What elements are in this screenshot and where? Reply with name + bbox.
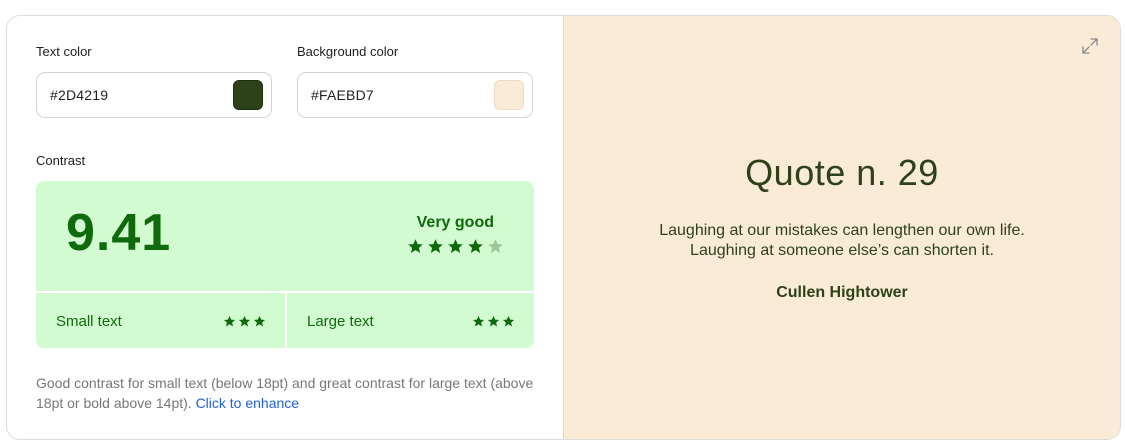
star-filled-icon	[472, 315, 485, 327]
star-filled-icon	[487, 315, 500, 327]
expand-icon[interactable]	[1080, 36, 1100, 56]
text-color-field[interactable]: #2D4219	[36, 72, 272, 118]
quote-title: Quote n. 29	[745, 152, 939, 193]
star-empty-icon	[488, 239, 503, 253]
text-color-swatch[interactable]	[233, 80, 263, 110]
enhance-link[interactable]: Click to enhance	[196, 395, 300, 411]
star-filled-icon	[502, 315, 515, 327]
large-text-rating: Large text	[285, 293, 534, 348]
large-text-label: Large text	[307, 313, 374, 330]
small-text-stars	[223, 315, 266, 328]
quote-text: Laughing at our mistakes can lengthen ou…	[564, 221, 1120, 261]
text-color-label: Text color	[36, 44, 92, 59]
contrast-description: Good contrast for small text (below 18pt…	[36, 373, 541, 413]
quote-line-1: Laughing at our mistakes can lengthen ou…	[659, 222, 1025, 239]
large-text-stars	[472, 315, 515, 328]
background-color-label: Background color	[297, 44, 399, 59]
star-filled-icon	[408, 239, 423, 253]
rating-stars	[407, 238, 504, 255]
background-color-value[interactable]: #FAEBD7	[311, 87, 374, 103]
contrast-checker-card: Text color #2D4219 Background color #FAE…	[6, 15, 1121, 440]
star-filled-icon	[238, 315, 251, 327]
star-filled-icon	[468, 239, 483, 253]
background-color-swatch[interactable]	[494, 80, 524, 110]
small-text-label: Small text	[56, 313, 122, 330]
preview-panel: Quote n. 29 Laughing at our mistakes can…	[564, 16, 1120, 439]
background-color-field[interactable]: #FAEBD7	[297, 72, 533, 118]
star-filled-icon	[253, 315, 266, 327]
contrast-ratio: 9.41	[66, 204, 172, 262]
rating-label: Very good	[416, 214, 494, 231]
star-filled-icon	[428, 239, 443, 253]
star-filled-icon	[448, 239, 463, 253]
small-text-rating: Small text	[36, 293, 285, 348]
star-filled-icon	[223, 315, 236, 327]
quote-author: Cullen Hightower	[776, 284, 908, 301]
contrast-label: Contrast	[36, 153, 86, 168]
text-size-ratings: Small text Large text	[36, 291, 534, 348]
contrast-result-box: 9.41 Very good Small text Large text	[36, 181, 534, 348]
controls-panel: Text color #2D4219 Background color #FAE…	[7, 16, 564, 439]
text-color-value[interactable]: #2D4219	[50, 87, 108, 103]
quote-line-2: Laughing at someone else’s can shorten i…	[690, 242, 994, 259]
